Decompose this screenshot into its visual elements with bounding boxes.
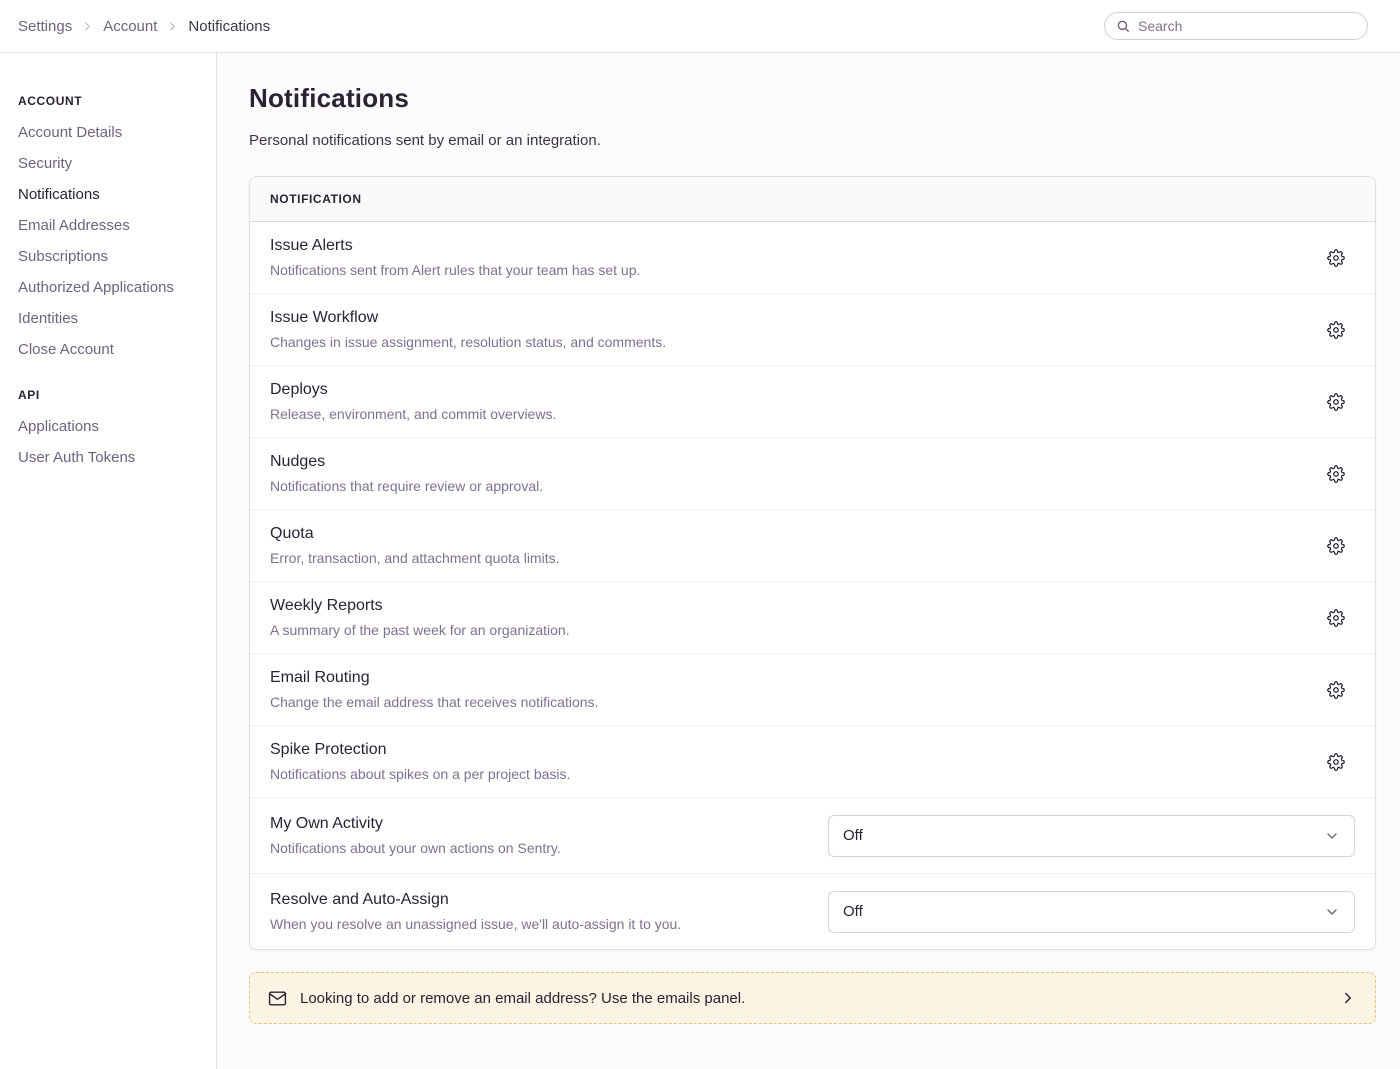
breadcrumb-notifications: Notifications (188, 18, 270, 35)
sidebar-item-subscriptions[interactable]: Subscriptions (18, 248, 206, 265)
search-box (1104, 12, 1368, 40)
sidebar-item-email-addresses[interactable]: Email Addresses (18, 217, 206, 234)
row-text: Email Routing Change the email address t… (270, 668, 598, 711)
gear-icon[interactable] (1323, 317, 1349, 343)
row-description: Change the email address that receives n… (270, 694, 598, 711)
row-title: Nudges (270, 452, 543, 472)
sidebar-section-account: ACCOUNT Account Details Security Notific… (18, 94, 206, 358)
row-title: Quota (270, 524, 559, 544)
topbar: Settings Account Notifications (0, 0, 1400, 53)
sidebar-section-api: API Applications User Auth Tokens (18, 388, 206, 466)
notification-row-deploys: Deploys Release, environment, and commit… (250, 366, 1375, 438)
row-text: Issue Workflow Changes in issue assignme… (270, 308, 666, 351)
breadcrumb-settings[interactable]: Settings (18, 18, 72, 35)
row-text: Resolve and Auto-Assign When you resolve… (270, 890, 828, 933)
my-own-activity-select[interactable]: Off (828, 815, 1355, 857)
sidebar-item-applications[interactable]: Applications (18, 418, 206, 435)
gear-icon[interactable] (1323, 605, 1349, 631)
notifications-panel: NOTIFICATION Issue Alerts Notifications … (249, 176, 1376, 950)
row-description: A summary of the past week for an organi… (270, 622, 570, 639)
gear-icon[interactable] (1323, 389, 1349, 415)
breadcrumb-separator-icon (166, 20, 179, 33)
breadcrumb-separator-icon (81, 20, 94, 33)
select-value: Off (843, 903, 863, 920)
notification-row-issue-workflow: Issue Workflow Changes in issue assignme… (250, 294, 1375, 366)
breadcrumb: Settings Account Notifications (18, 18, 270, 35)
search-icon (1116, 19, 1130, 33)
chevron-down-icon (1324, 828, 1340, 844)
sidebar-item-user-auth-tokens[interactable]: User Auth Tokens (18, 449, 206, 466)
row-text: My Own Activity Notifications about your… (270, 814, 828, 857)
row-description: Error, transaction, and attachment quota… (270, 550, 559, 567)
row-description: Notifications that require review or app… (270, 478, 543, 495)
sidebar-section-title: API (18, 388, 206, 402)
sidebar-item-authorized-applications[interactable]: Authorized Applications (18, 279, 206, 296)
row-title: Issue Alerts (270, 236, 640, 256)
row-text: Deploys Release, environment, and commit… (270, 380, 556, 423)
row-title: Email Routing (270, 668, 598, 688)
gear-icon[interactable] (1323, 749, 1349, 775)
sidebar-item-identities[interactable]: Identities (18, 310, 206, 327)
sidebar-section-title: ACCOUNT (18, 94, 206, 108)
gear-icon[interactable] (1323, 245, 1349, 271)
row-text: Issue Alerts Notifications sent from Ale… (270, 236, 640, 279)
breadcrumb-account[interactable]: Account (103, 18, 157, 35)
sidebar-item-account-details[interactable]: Account Details (18, 124, 206, 141)
row-text: Quota Error, transaction, and attachment… (270, 524, 559, 567)
notification-row-quota: Quota Error, transaction, and attachment… (250, 510, 1375, 582)
row-description: Changes in issue assignment, resolution … (270, 334, 666, 351)
sidebar-item-close-account[interactable]: Close Account (18, 341, 206, 358)
notification-row-spike-protection: Spike Protection Notifications about spi… (250, 726, 1375, 798)
select-value: Off (843, 827, 863, 844)
row-description: Notifications about your own actions on … (270, 840, 828, 857)
row-text: Nudges Notifications that require review… (270, 452, 543, 495)
row-title: Weekly Reports (270, 596, 570, 616)
page-title: Notifications (249, 83, 1376, 114)
chevron-down-icon (1324, 904, 1340, 920)
sidebar: ACCOUNT Account Details Security Notific… (0, 53, 217, 1069)
notification-row-email-routing: Email Routing Change the email address t… (250, 654, 1375, 726)
sidebar-item-security[interactable]: Security (18, 155, 206, 172)
sidebar-item-notifications[interactable]: Notifications (18, 186, 206, 203)
gear-icon[interactable] (1323, 461, 1349, 487)
notification-row-weekly-reports: Weekly Reports A summary of the past wee… (250, 582, 1375, 654)
gear-icon[interactable] (1323, 677, 1349, 703)
panel-header: NOTIFICATION (250, 177, 1375, 222)
search-input[interactable] (1104, 12, 1368, 40)
row-description: Notifications about spikes on a per proj… (270, 766, 570, 783)
row-description: When you resolve an unassigned issue, we… (270, 916, 828, 933)
notification-row-resolve-auto-assign: Resolve and Auto-Assign When you resolve… (250, 874, 1375, 949)
email-panel-alert[interactable]: Looking to add or remove an email addres… (249, 972, 1376, 1024)
row-title: Deploys (270, 380, 556, 400)
notification-row-issue-alerts: Issue Alerts Notifications sent from Ale… (250, 222, 1375, 294)
gear-icon[interactable] (1323, 533, 1349, 559)
row-title: My Own Activity (270, 814, 828, 834)
row-description: Notifications sent from Alert rules that… (270, 262, 640, 279)
resolve-auto-assign-select[interactable]: Off (828, 891, 1355, 933)
page-subtitle: Personal notifications sent by email or … (249, 132, 1376, 149)
notification-row-nudges: Nudges Notifications that require review… (250, 438, 1375, 510)
notification-row-my-own-activity: My Own Activity Notifications about your… (250, 798, 1375, 874)
chevron-right-icon[interactable] (1339, 989, 1357, 1007)
row-text: Weekly Reports A summary of the past wee… (270, 596, 570, 639)
row-description: Release, environment, and commit overvie… (270, 406, 556, 423)
mail-icon (268, 989, 287, 1008)
main-content: Notifications Personal notifications sen… (217, 53, 1400, 1069)
row-text: Spike Protection Notifications about spi… (270, 740, 570, 783)
row-title: Spike Protection (270, 740, 570, 760)
row-title: Resolve and Auto-Assign (270, 890, 828, 910)
alert-text: Looking to add or remove an email addres… (300, 990, 745, 1007)
row-title: Issue Workflow (270, 308, 666, 328)
